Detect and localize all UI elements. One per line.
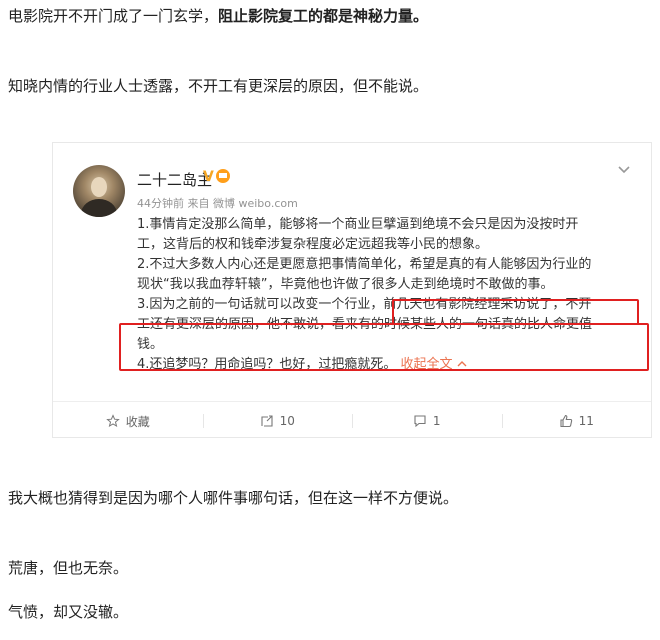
like-count: 11 <box>578 414 594 428</box>
repost-count: 10 <box>279 414 295 428</box>
article-paragraph-3: 我大概也猜得到是因为哪个人哪件事哪句话，但在这一样不方便说。 <box>8 489 459 507</box>
star-icon <box>105 414 120 428</box>
post-line-3: 2.不过大多数人内心还是更愿意把事情简单化，希望是真的有人能够因为行业的 <box>137 257 592 272</box>
article-paragraph-4: 荒唐，但也无奈。 <box>8 559 129 577</box>
post-action-bar: 收藏 10 1 11 <box>53 401 651 440</box>
highlight-box-2 <box>119 323 649 371</box>
like-button[interactable]: 11 <box>501 402 652 440</box>
article-paragraph-2: 知晓内情的行业人士透露，不开工有更深层的原因，但不能说。 <box>8 77 429 95</box>
post-line-4: 现状“我以我血荐轩辕”，毕竟他也许做了很多人走到绝境时不敢做的事。 <box>137 277 554 292</box>
paragraph-1-bold: 阻止影院复工的都是神秘力量。 <box>218 7 429 25</box>
article-paragraph-1: 电影院开不开门成了一门玄学，阻止影院复工的都是神秘力量。 <box>8 6 428 26</box>
highlight-box-1 <box>392 299 639 325</box>
author-badges: V <box>203 169 230 185</box>
chevron-down-icon[interactable] <box>617 163 631 177</box>
paragraph-1-text: 电影院开不开门成了一门玄学， <box>8 7 219 25</box>
comment-icon <box>414 415 426 428</box>
member-crown-icon <box>215 169 230 183</box>
comment-count: 1 <box>432 414 441 428</box>
favorite-label: 收藏 <box>125 414 150 429</box>
weibo-post-card: 二十二岛主 V 44分钟前 来自 微博 weibo.com 1.事情肯定没那么简… <box>52 142 652 438</box>
comment-button[interactable]: 1 <box>352 402 502 440</box>
post-line-1: 1.事情肯定没那么简单，能够将一个商业巨擘逼到绝境不会只是因为没按时开 <box>137 217 579 232</box>
thumbs-up-icon <box>560 414 572 428</box>
author-name[interactable]: 二十二岛主 <box>137 169 212 190</box>
favorite-button[interactable]: 收藏 <box>53 402 203 440</box>
avatar[interactable] <box>73 165 125 217</box>
repost-button[interactable]: 10 <box>202 402 353 440</box>
post-meta: 44分钟前 来自 微博 weibo.com <box>137 197 298 210</box>
verified-icon: V <box>203 169 214 185</box>
post-line-2: 工，这背后的权和钱牵涉复杂程度必定远超我等小民的想象。 <box>137 237 489 252</box>
article-paragraph-5: 气愤，却又没辙。 <box>8 603 129 621</box>
repost-icon <box>261 415 273 427</box>
